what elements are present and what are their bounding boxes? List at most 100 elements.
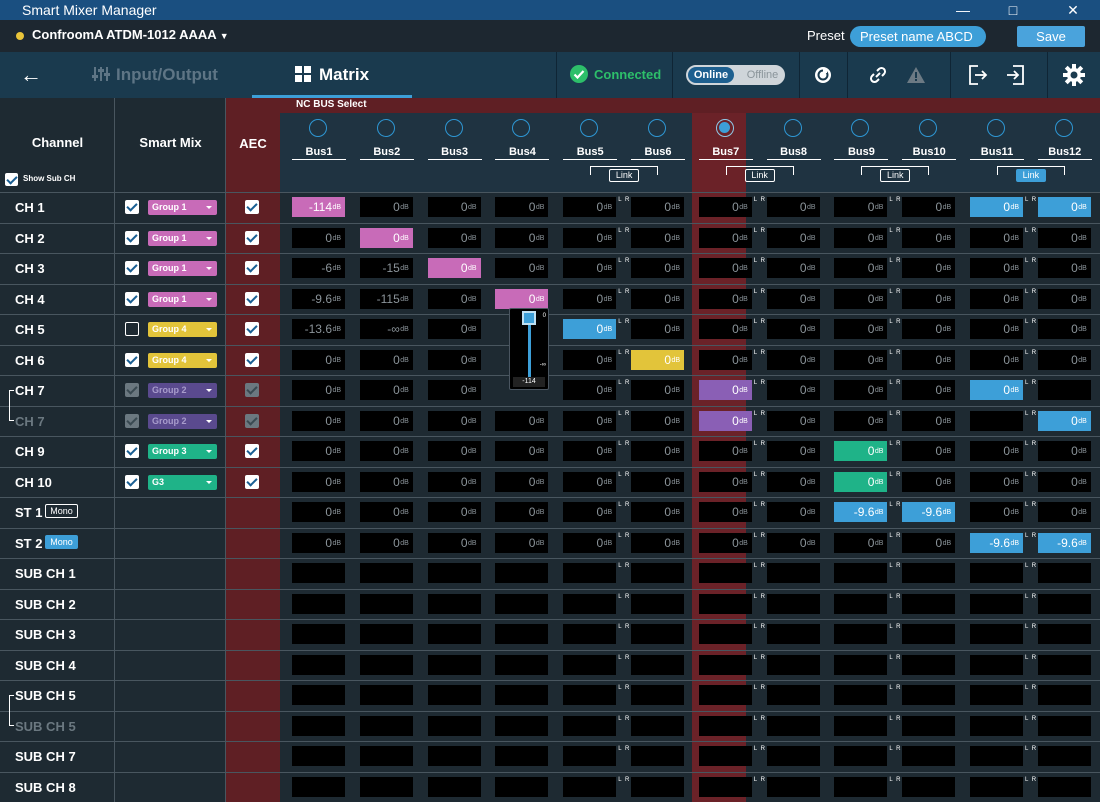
gain-cell[interactable] <box>698 624 752 644</box>
gain-cell[interactable]: 0 dB <box>902 227 956 248</box>
gain-cell[interactable] <box>902 776 956 797</box>
gain-cell[interactable]: 0 dB <box>359 410 413 431</box>
gain-cell[interactable]: 0 dB <box>631 441 684 461</box>
group-select[interactable]: Group 2 <box>148 413 217 429</box>
gain-cell[interactable] <box>766 746 820 766</box>
gain-cell[interactable] <box>766 593 820 614</box>
gain-cell[interactable]: 0 dB <box>1037 502 1091 522</box>
gain-cell[interactable]: 0 dB <box>631 349 684 370</box>
gain-cell[interactable] <box>902 593 956 614</box>
gain-cell[interactable]: 0 dB <box>1037 471 1091 492</box>
gain-cell[interactable] <box>292 715 345 736</box>
bus-select-radio[interactable] <box>309 119 327 137</box>
gain-cell[interactable]: 0 dB <box>563 410 617 431</box>
gain-cell[interactable]: 0 dB <box>834 319 888 339</box>
gain-cell[interactable]: 0 dB <box>834 410 888 431</box>
gain-cell[interactable]: 0 dB <box>698 197 752 217</box>
gain-cell[interactable] <box>698 776 752 797</box>
gain-cell[interactable]: 0 dB <box>292 441 345 461</box>
gain-cell[interactable]: 0 dB <box>1037 258 1091 278</box>
gain-cell[interactable] <box>563 654 617 675</box>
gain-cell[interactable] <box>359 776 413 797</box>
gain-cell[interactable]: 0 dB <box>427 532 481 553</box>
gain-cell[interactable]: 0 dB <box>902 532 956 553</box>
gain-cell[interactable] <box>766 654 820 675</box>
gain-cell[interactable]: 0 dB <box>563 502 617 522</box>
gain-cell[interactable]: 0 dB <box>631 319 684 339</box>
gain-cell[interactable] <box>427 776 481 797</box>
gain-cell[interactable] <box>631 715 684 736</box>
gain-cell[interactable]: 0 dB <box>698 288 752 309</box>
offline-option[interactable]: Offline <box>740 67 785 83</box>
gain-cell[interactable] <box>427 715 481 736</box>
gain-cell[interactable] <box>766 685 820 705</box>
gain-cell[interactable] <box>902 654 956 675</box>
gain-cell[interactable]: 0 dB <box>902 197 956 217</box>
gain-cell[interactable] <box>834 624 888 644</box>
gain-cell[interactable]: -∞ dB <box>359 319 413 339</box>
gain-cell[interactable]: -114 dB <box>292 197 345 217</box>
gain-cell[interactable]: 0 dB <box>292 380 345 400</box>
gain-cell[interactable] <box>1037 776 1091 797</box>
gain-cell[interactable] <box>970 624 1023 644</box>
bus-select-radio[interactable] <box>376 119 395 137</box>
gain-cell[interactable] <box>834 563 888 583</box>
gain-cell[interactable]: 0 dB <box>292 227 345 248</box>
gain-cell[interactable]: 0 dB <box>698 349 752 370</box>
gain-cell[interactable]: 0 dB <box>631 288 684 309</box>
gain-cell[interactable]: 0 dB <box>292 471 345 492</box>
gain-cell[interactable]: 0 dB <box>495 471 549 492</box>
gain-cell[interactable]: 0 dB <box>495 258 549 278</box>
gain-cell[interactable] <box>563 593 617 614</box>
gain-cell[interactable]: 0 dB <box>1037 197 1091 217</box>
gain-cell[interactable] <box>359 654 413 675</box>
gain-cell[interactable]: 0 dB <box>1037 319 1091 339</box>
gain-cell[interactable] <box>1037 746 1091 766</box>
gain-cell[interactable] <box>495 776 549 797</box>
gain-cell[interactable]: 0 dB <box>359 532 413 553</box>
gain-cell[interactable]: -9.6 dB <box>970 532 1023 553</box>
mono-toggle[interactable]: Mono <box>45 504 78 518</box>
mono-toggle[interactable]: Mono <box>45 534 78 549</box>
fader-popup[interactable]: 0 -∞ -114 <box>509 308 549 390</box>
gain-cell[interactable]: 0 dB <box>1037 410 1091 431</box>
aec-checkbox[interactable] <box>245 230 259 245</box>
gain-cell[interactable]: 0 dB <box>834 227 888 248</box>
gain-cell[interactable]: 0 dB <box>495 288 549 309</box>
group-select[interactable]: Group 1 <box>148 261 217 276</box>
gain-cell[interactable]: 0 dB <box>698 319 752 339</box>
gain-cell[interactable]: -115 dB <box>359 288 413 309</box>
gain-cell[interactable]: 0 dB <box>834 471 888 492</box>
gain-cell[interactable] <box>834 685 888 705</box>
gain-cell[interactable]: 0 dB <box>902 380 956 400</box>
gain-cell[interactable] <box>1037 563 1091 583</box>
gain-cell[interactable] <box>495 685 549 705</box>
gain-cell[interactable] <box>495 746 549 766</box>
link-toggle[interactable]: Link <box>744 169 775 182</box>
gain-cell[interactable]: 0 dB <box>631 410 684 431</box>
gain-cell[interactable]: 0 dB <box>563 319 617 339</box>
gain-cell[interactable]: 0 dB <box>766 380 820 400</box>
gain-cell[interactable]: 0 dB <box>563 349 617 370</box>
gain-cell[interactable] <box>359 685 413 705</box>
aec-checkbox[interactable] <box>245 291 259 306</box>
gain-cell[interactable]: 0 dB <box>1037 288 1091 309</box>
gain-cell[interactable] <box>902 624 956 644</box>
gain-cell[interactable]: 0 dB <box>834 288 888 309</box>
gain-cell[interactable] <box>292 776 345 797</box>
tab-input-output[interactable]: Input/Output <box>92 52 218 98</box>
gain-cell[interactable]: 0 dB <box>292 502 345 522</box>
gain-cell[interactable]: 0 dB <box>766 227 820 248</box>
gain-cell[interactable] <box>563 624 617 644</box>
gain-cell[interactable]: 0 dB <box>631 227 684 248</box>
minimize-icon[interactable]: — <box>940 0 986 20</box>
gain-cell[interactable] <box>292 746 345 766</box>
gain-cell[interactable]: 0 dB <box>563 532 617 553</box>
gain-cell[interactable]: 0 dB <box>495 197 549 217</box>
gain-cell[interactable] <box>970 746 1023 766</box>
gain-cell[interactable]: 0 dB <box>698 441 752 461</box>
gain-cell[interactable] <box>834 654 888 675</box>
gain-cell[interactable]: 0 dB <box>698 258 752 278</box>
gain-cell[interactable]: 0 dB <box>427 288 481 309</box>
group-select[interactable]: Group 4 <box>148 322 217 337</box>
